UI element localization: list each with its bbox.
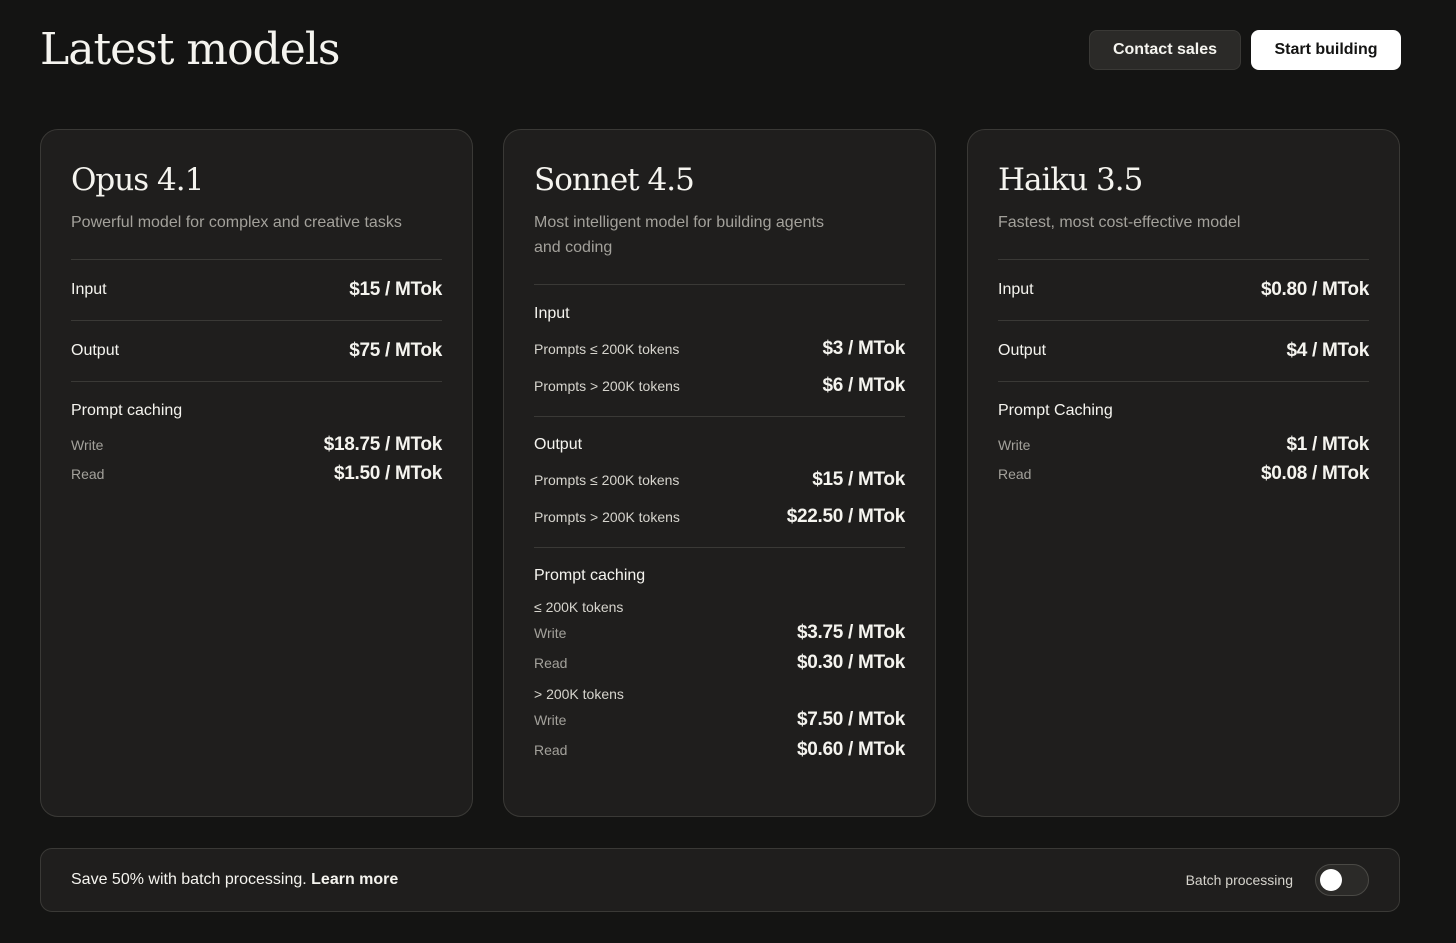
read-label: Read: [534, 655, 568, 671]
output-large-row: Prompts > 200K tokens $22.50 / MTok: [534, 505, 905, 529]
prompt-tier-label: Prompts ≤ 200K tokens: [534, 341, 680, 357]
read-price: $0.60 / MTok: [797, 739, 905, 760]
read-label: Read: [534, 742, 568, 758]
input-large-price: $6 / MTok: [822, 375, 906, 396]
input-price: $15 / MTok: [349, 279, 442, 300]
input-label: Input: [534, 305, 570, 322]
input-price-row: Input $0.80 / MTok: [998, 260, 1369, 320]
output-price-row: Output $75 / MTok: [71, 321, 442, 381]
input-large-row: Prompts > 200K tokens $6 / MTok: [534, 374, 905, 398]
caching-write-row: Write $18.75 / MTok: [71, 433, 442, 457]
model-name: Sonnet 4.5: [534, 162, 695, 198]
opus-card: Opus 4.1 Powerful model for complex and …: [40, 129, 473, 817]
output-price: $75 / MTok: [349, 340, 442, 361]
model-description: Most intelligent model for building agen…: [534, 214, 824, 256]
input-small-row: Prompts ≤ 200K tokens $3 / MTok: [534, 337, 905, 361]
write-price: $18.75 / MTok: [323, 434, 443, 455]
output-small-price: $15 / MTok: [812, 469, 905, 490]
batch-banner: Save 50% with batch processing. Learn mo…: [40, 848, 1400, 912]
start-building-button[interactable]: Start building: [1251, 30, 1401, 70]
output-price-row: Output $4 / MTok: [998, 321, 1369, 381]
write-label: Write: [534, 712, 567, 728]
cache-small-write-row: Write $3.75 / MTok: [534, 621, 905, 645]
read-price: $1.50 / MTok: [334, 463, 442, 484]
write-label: Write: [534, 625, 567, 641]
cache-small-read-row: Read $0.30 / MTok: [534, 651, 905, 675]
divider: [998, 381, 1369, 382]
page-title: Latest models: [40, 24, 340, 75]
contact-sales-button[interactable]: Contact sales: [1089, 30, 1241, 70]
cache-large-read-row: Read $0.60 / MTok: [534, 738, 905, 762]
input-price: $0.80 / MTok: [1261, 279, 1369, 300]
write-label: Write: [71, 437, 104, 453]
divider: [534, 416, 905, 417]
haiku-card: Haiku 3.5 Fastest, most cost-effective m…: [967, 129, 1400, 817]
input-label: Input: [71, 281, 107, 298]
input-small-price: $3 / MTok: [822, 338, 906, 359]
write-price: $7.50 / MTok: [797, 709, 905, 730]
cache-tier-label: > 200K tokens: [534, 686, 624, 702]
divider: [534, 284, 905, 285]
caching-read-row: Read $1.50 / MTok: [71, 462, 442, 486]
toggle-knob: [1320, 869, 1342, 891]
learn-more-link[interactable]: Learn more: [311, 871, 398, 888]
caching-write-row: Write $1 / MTok: [998, 433, 1369, 457]
batch-toggle-label: Batch processing: [1185, 872, 1293, 888]
write-price: $3.75 / MTok: [797, 622, 905, 643]
batch-processing-toggle[interactable]: [1315, 864, 1369, 896]
output-small-row: Prompts ≤ 200K tokens $15 / MTok: [534, 468, 905, 492]
read-price: $0.30 / MTok: [797, 652, 905, 673]
read-label: Read: [998, 466, 1032, 482]
write-label: Write: [998, 437, 1031, 453]
prompt-tier-label: Prompts ≤ 200K tokens: [534, 472, 680, 488]
output-price: $4 / MTok: [1286, 340, 1370, 361]
prompt-caching-label: Prompt caching: [534, 567, 646, 584]
write-price: $1 / MTok: [1286, 434, 1370, 455]
divider: [534, 547, 905, 548]
output-label: Output: [534, 436, 583, 453]
sonnet-card: Sonnet 4.5 Most intelligent model for bu…: [503, 129, 936, 817]
model-name: Opus 4.1: [71, 162, 204, 198]
prompt-caching-label: Prompt caching: [71, 402, 183, 419]
batch-toggle-group: Batch processing: [1186, 864, 1369, 896]
banner-text: Save 50% with batch processing.: [71, 871, 307, 888]
prompt-tier-label: Prompts > 200K tokens: [534, 378, 680, 394]
caching-read-row: Read $0.08 / MTok: [998, 462, 1369, 486]
read-price: $0.08 / MTok: [1261, 463, 1369, 484]
prompt-caching-label: Prompt Caching: [998, 402, 1113, 419]
model-description: Powerful model for complex and creative …: [71, 214, 402, 231]
output-label: Output: [71, 342, 120, 359]
cache-large-write-row: Write $7.50 / MTok: [534, 708, 905, 732]
output-large-price: $22.50 / MTok: [786, 506, 906, 527]
output-label: Output: [998, 342, 1047, 359]
model-description: Fastest, most cost-effective model: [998, 214, 1241, 231]
input-label: Input: [998, 281, 1034, 298]
prompt-tier-label: Prompts > 200K tokens: [534, 509, 680, 525]
cache-tier-label: ≤ 200K tokens: [534, 599, 624, 615]
model-name: Haiku 3.5: [998, 162, 1143, 198]
banner-message: Save 50% with batch processing. Learn mo…: [71, 871, 398, 889]
read-label: Read: [71, 466, 105, 482]
input-price-row: Input $15 / MTok: [71, 260, 442, 320]
divider: [71, 381, 442, 382]
